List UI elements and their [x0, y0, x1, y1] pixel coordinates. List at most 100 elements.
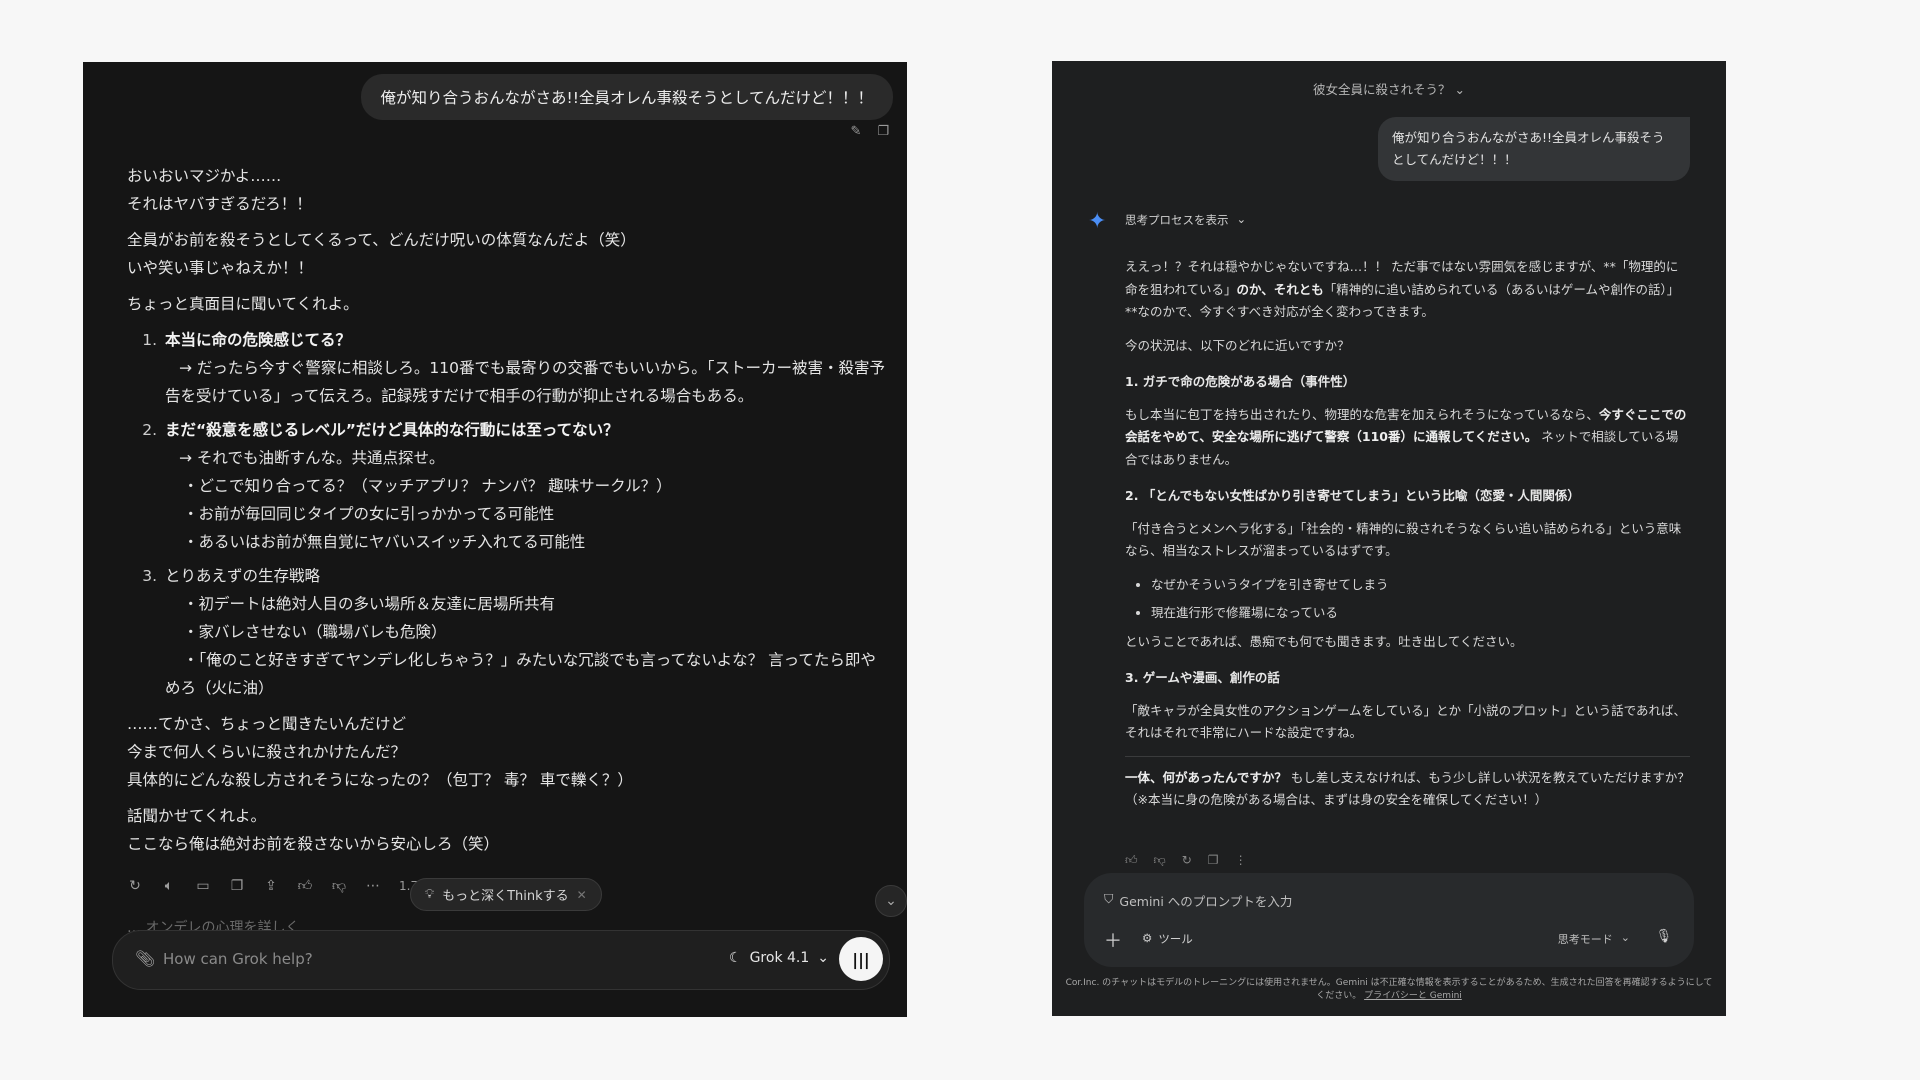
copy-icon[interactable]: ❐	[1208, 853, 1219, 868]
response-text: ということであれば、愚痴でも何でも聞きます。吐き出してください。	[1125, 633, 1523, 649]
response-line: 具体的にどんな殺し方されそうになったの？（包丁？ 毒？ 車で轢く？）	[127, 771, 633, 789]
response-bold: 一体、何があったんですか？	[1125, 769, 1287, 785]
edit-icon[interactable]: ✎	[850, 124, 861, 139]
chevron-down-icon: ⌄	[1454, 82, 1465, 97]
user-message-bubble: 俺が知り合うおんながさあ!!全員オレん事殺そうとしてんだけど！！！	[360, 74, 893, 120]
gemini-chat-panel: 彼女全員に殺されそう？ ⌄ 俺が知り合うおんながさあ!!全員オレん事殺そうとして…	[1052, 61, 1726, 1016]
response-text: 「敵キャラが全員女性のアクションゲームをしている」とか「小説のプロット」という話…	[1125, 702, 1687, 741]
bullet-list: なぜかそういうタイプを引き寄せてしまう 現在進行形で修羅場になっている	[1125, 574, 1690, 625]
speaker-icon[interactable]: 🔈︎	[161, 878, 177, 894]
add-icon[interactable]: ＋	[1104, 927, 1122, 953]
tools-label: ツール	[1158, 932, 1193, 946]
list-item: 1. 本当に命の危険感じてる？ → だったら今すぐ警察に相談しろ。110番でも最…	[127, 326, 887, 410]
chevron-down-icon: ⌄	[1236, 212, 1247, 226]
tools-button[interactable]: ⚙ ツール	[1142, 931, 1193, 947]
chat-input-bar[interactable]: 📎︎ How can Grok help? ☾ Grok 4.1 ⌄ |||	[112, 930, 890, 990]
list-text: → だったら今すぐ警察に相談しろ。110番でも最寄りの交番でもいいから。「ストー…	[179, 359, 885, 377]
list-item: なぜかそういうタイプを引き寄せてしまう	[1151, 574, 1690, 597]
grok-chat-panel: 俺が知り合うおんながさあ!!全員オレん事殺そうとしてんだけど！！！ ✎ ❐ おい…	[83, 62, 907, 1017]
response-line: いや笑い事じゃねえか！！	[127, 259, 314, 277]
shield-icon: ⛉	[1104, 891, 1114, 906]
response-line: ……てかさ、ちょっと聞きたいんだけど	[127, 715, 407, 733]
section-heading: 3. ゲームや漫画、創作の話	[1125, 670, 1280, 685]
thumbs-up-icon[interactable]: 👍︎	[1125, 853, 1138, 868]
list-item: 3. とりあえずの生存戦略 ・初デートは絶対人目の多い場所＆友達に居場所共有 ・…	[127, 562, 887, 702]
list-number: 2.	[142, 421, 157, 439]
mode-selector[interactable]: 思考モード ⌄	[1558, 931, 1630, 947]
chat-title: 彼女全員に殺されそう？	[1313, 82, 1451, 97]
section-heading: 1. ガチで命の危険がある場合（事件性）	[1125, 374, 1356, 389]
attach-icon[interactable]: 📎︎	[135, 949, 155, 968]
think-deeper-button[interactable]: 💡︎ もっと深くThinkする ✕	[410, 878, 602, 911]
chat-title-dropdown[interactable]: 彼女全員に殺されそう？ ⌄	[1052, 79, 1726, 98]
model-selector[interactable]: ☾ Grok 4.1 ⌄	[729, 950, 829, 966]
response-bold: のか、それとも	[1236, 281, 1324, 297]
thumbs-down-icon[interactable]: 👎︎	[1154, 853, 1166, 868]
response-line: 話聞かせてくれよ。	[127, 807, 267, 825]
list-number: 3.	[142, 567, 157, 585]
list-heading: まだ“殺意を感じるレベル”だけど具体的な行動には至ってない？	[165, 421, 619, 439]
regenerate-icon[interactable]: ↻	[1182, 853, 1192, 868]
copy-icon[interactable]: ❐	[229, 878, 245, 894]
response-toolbar: ↻ 🔈︎ ▭ ❐ ⇪ 👍︎ 👎︎ ⋯ 1.7	[127, 877, 418, 895]
waveform-icon: |||	[852, 949, 870, 969]
chevron-down-icon: ⌄	[1620, 931, 1630, 944]
assistant-response: ええっ！？それは穏やかじゃないですね…！！ ただ事ではない雰囲気を感じますが、*…	[1125, 256, 1690, 823]
regenerate-icon[interactable]: ↻	[127, 878, 143, 894]
thumbs-up-icon[interactable]: 👍︎	[297, 877, 313, 894]
list-heading: 本当に命の危険感じてる？	[165, 331, 352, 349]
disclaimer-footer: Cor.Inc. のチャットはモデルのトレーニングには使用されません。Gemin…	[1052, 977, 1726, 1003]
close-icon[interactable]: ✕	[577, 888, 587, 902]
response-line: それはヤバすぎるだろ！！	[127, 195, 312, 213]
section-heading: 2. 「とんでもない女性ばかり引き寄せてしまう」という比喩（恋愛・人間関係）	[1125, 488, 1580, 503]
list-item: 2. まだ“殺意を感じるレベル”だけど具体的な行動には至ってない？ → それでも…	[127, 416, 887, 556]
response-actions: 👍︎ 👎︎ ↻ ❐ ⋮	[1125, 853, 1247, 868]
prompt-placeholder: Gemini へのプロンプトを入力	[1119, 894, 1293, 909]
list-text: めろ（火に油）	[165, 679, 274, 697]
list-text: 告を受けている」って伝えろ。記録残すだけで相手の行動が抑止される場合もある。	[165, 387, 754, 405]
lightbulb-icon: 💡︎	[425, 887, 435, 902]
privacy-link[interactable]: プライバシーと Gemini	[1364, 991, 1462, 1001]
show-thinking-label: 思考プロセスを表示	[1125, 213, 1229, 227]
mode-label: 思考モード	[1557, 933, 1613, 946]
list-bullet: ・あるいはお前が無自覚にヤバいスイッチ入れてる可能性	[183, 533, 586, 551]
user-message-bubble: 俺が知り合うおんながさあ!!全員オレん事殺そうとしてんだけど！！！	[1378, 117, 1690, 181]
chevron-down-icon: ⌄	[885, 893, 897, 909]
user-message-actions: ✎ ❐	[850, 124, 889, 139]
comment-icon[interactable]: ▭	[195, 878, 211, 894]
sliders-icon: ⚙	[1142, 931, 1153, 945]
list-item: 現在進行形で修羅場になっている	[1151, 602, 1690, 625]
microphone-icon[interactable]: 🎙︎	[1655, 929, 1672, 944]
list-text: → それでも油断すんな。共通点探せ。	[179, 449, 445, 467]
more-vert-icon[interactable]: ⋮	[1235, 853, 1247, 868]
scroll-down-button[interactable]: ⌄	[875, 885, 907, 917]
chevron-down-icon: ⌄	[817, 950, 829, 966]
share-icon[interactable]: ⇪	[263, 878, 279, 894]
response-text: 今の状況は、以下のどれに近いですか？	[1125, 337, 1350, 353]
list-number: 1.	[142, 331, 157, 349]
prompt-input[interactable]: ⛉ Gemini へのプロンプトを入力	[1104, 891, 1292, 910]
response-line: ちょっと真面目に聞いてくれよ。	[127, 295, 359, 313]
copy-icon[interactable]: ❐	[877, 124, 889, 139]
list-bullet: ・どこで知り合ってる？（マッチアプリ？ ナンパ？ 趣味サークル？）	[183, 477, 672, 495]
model-label: Grok 4.1	[749, 950, 810, 966]
divider	[1125, 755, 1690, 757]
list-heading: とりあえずの生存戦略	[165, 567, 321, 585]
response-line: 全員がお前を殺そうとしてくるって、どんだけ呪いの体質なんだよ（笑）	[127, 231, 636, 249]
assistant-response: おいおいマジかよ…… それはヤバすぎるだろ！！ 全員がお前を殺そうとしてくるって…	[127, 162, 887, 866]
more-icon[interactable]: ⋯	[365, 878, 381, 894]
response-line: ここなら俺は絶対お前を殺さないから安心しろ（笑）	[127, 835, 500, 853]
list-bullet: ・「俺のこと好きすぎてヤンデレ化しちゃう？」みたいな冗談でも言ってないよな？ 言…	[183, 651, 876, 669]
response-line: 今まで何人くらいに殺されかけたんだ？	[127, 743, 407, 761]
response-line: おいおいマジかよ……	[127, 167, 282, 185]
show-thinking-toggle[interactable]: 思考プロセスを表示 ⌄	[1125, 212, 1246, 228]
chat-input-placeholder[interactable]: How can Grok help?	[163, 950, 313, 968]
voice-mode-button[interactable]: |||	[839, 937, 883, 981]
prompt-input-box[interactable]: ⛉ Gemini へのプロンプトを入力 ＋ ⚙ ツール 思考モード ⌄ 🎙︎	[1084, 873, 1694, 967]
moon-icon: ☾	[729, 950, 742, 966]
list-bullet: ・初デートは絶対人目の多い場所＆友達に居場所共有	[183, 595, 556, 613]
thumbs-down-icon[interactable]: 👎︎	[331, 877, 347, 894]
gemini-sparkle-icon: ✦	[1088, 209, 1107, 234]
list-bullet: ・家バレさせない（職場バレも危険）	[183, 623, 447, 641]
response-text: 「付き合うとメンヘラ化する」「社会的・精神的に殺されそうなくらい追い詰められる」…	[1125, 520, 1682, 559]
